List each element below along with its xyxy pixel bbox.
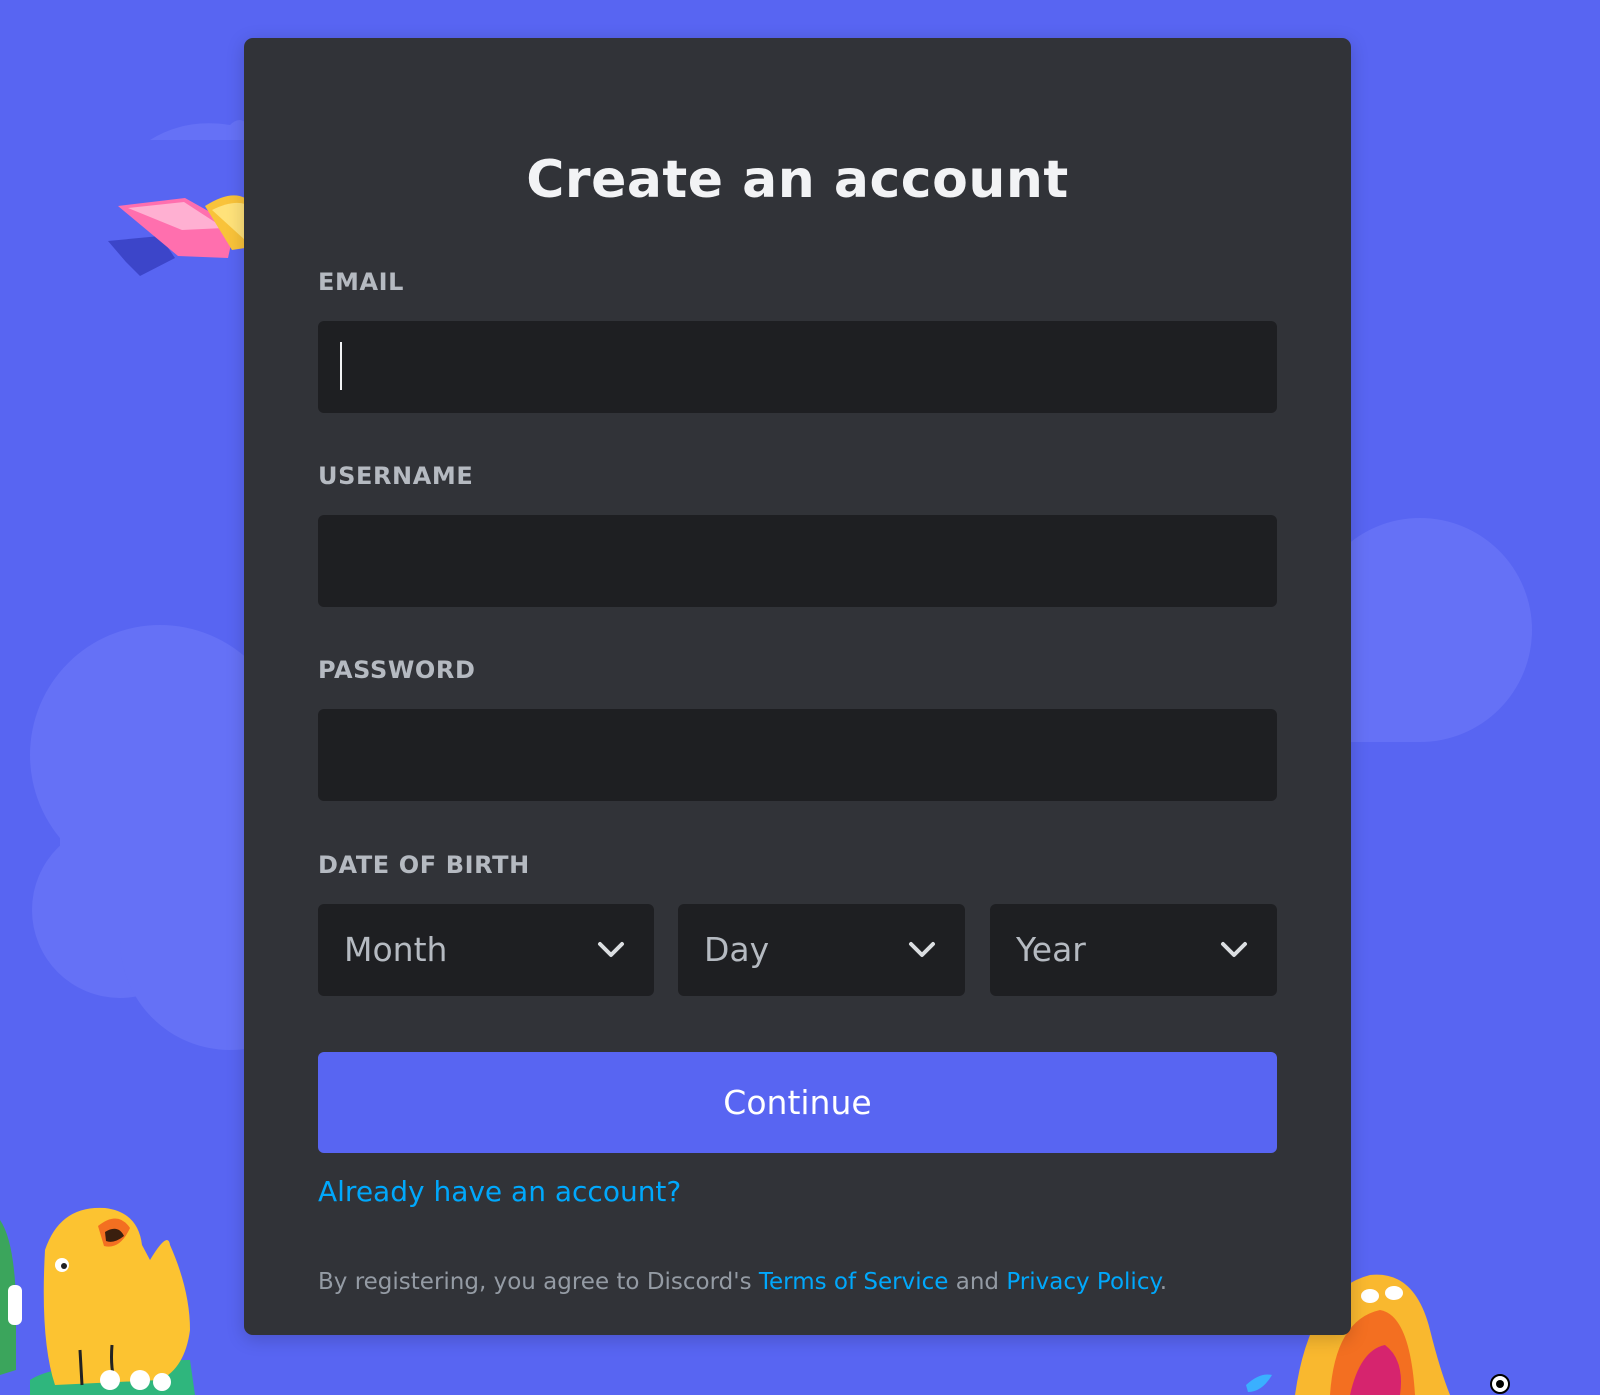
legal-prefix: By registering, you agree to Discord's xyxy=(318,1269,759,1295)
month-select-placeholder: Month xyxy=(344,930,448,969)
droplet-shape xyxy=(1246,1374,1272,1392)
username-field[interactable] xyxy=(318,515,1277,607)
chevron-down-icon xyxy=(598,942,624,957)
chevron-down-icon xyxy=(1221,942,1247,957)
text-caret xyxy=(340,342,342,390)
year-select-placeholder: Year xyxy=(1016,930,1086,969)
month-select[interactable]: Month xyxy=(318,904,654,996)
register-card: Create an account EMAIL USERNAME PASSWOR… xyxy=(244,38,1351,1335)
legal-and: and xyxy=(948,1269,1007,1295)
day-select[interactable]: Day xyxy=(678,904,965,996)
email-field[interactable] xyxy=(318,321,1277,413)
chevron-down-icon xyxy=(909,942,935,957)
page-title: Create an account xyxy=(526,150,1069,210)
date-of-birth-label: DATE OF BIRTH xyxy=(318,851,530,879)
continue-button[interactable]: Continue xyxy=(318,1052,1277,1153)
legal-notice: By registering, you agree to Discord's T… xyxy=(318,1269,1167,1295)
terms-of-service-link[interactable]: Terms of Service xyxy=(759,1269,949,1295)
yellow-creature-illustration xyxy=(43,1207,190,1391)
day-select-placeholder: Day xyxy=(704,930,770,969)
privacy-policy-link[interactable]: Privacy Policy xyxy=(1006,1269,1159,1295)
cursor-ring xyxy=(1490,1374,1510,1394)
year-select[interactable]: Year xyxy=(990,904,1277,996)
login-link[interactable]: Already have an account? xyxy=(318,1175,681,1208)
password-label: PASSWORD xyxy=(318,656,476,684)
flying-book-illustration xyxy=(108,195,245,276)
legal-suffix: . xyxy=(1159,1269,1168,1295)
email-label: EMAIL xyxy=(318,268,405,296)
password-field[interactable] xyxy=(318,709,1277,801)
username-label: USERNAME xyxy=(318,462,474,490)
